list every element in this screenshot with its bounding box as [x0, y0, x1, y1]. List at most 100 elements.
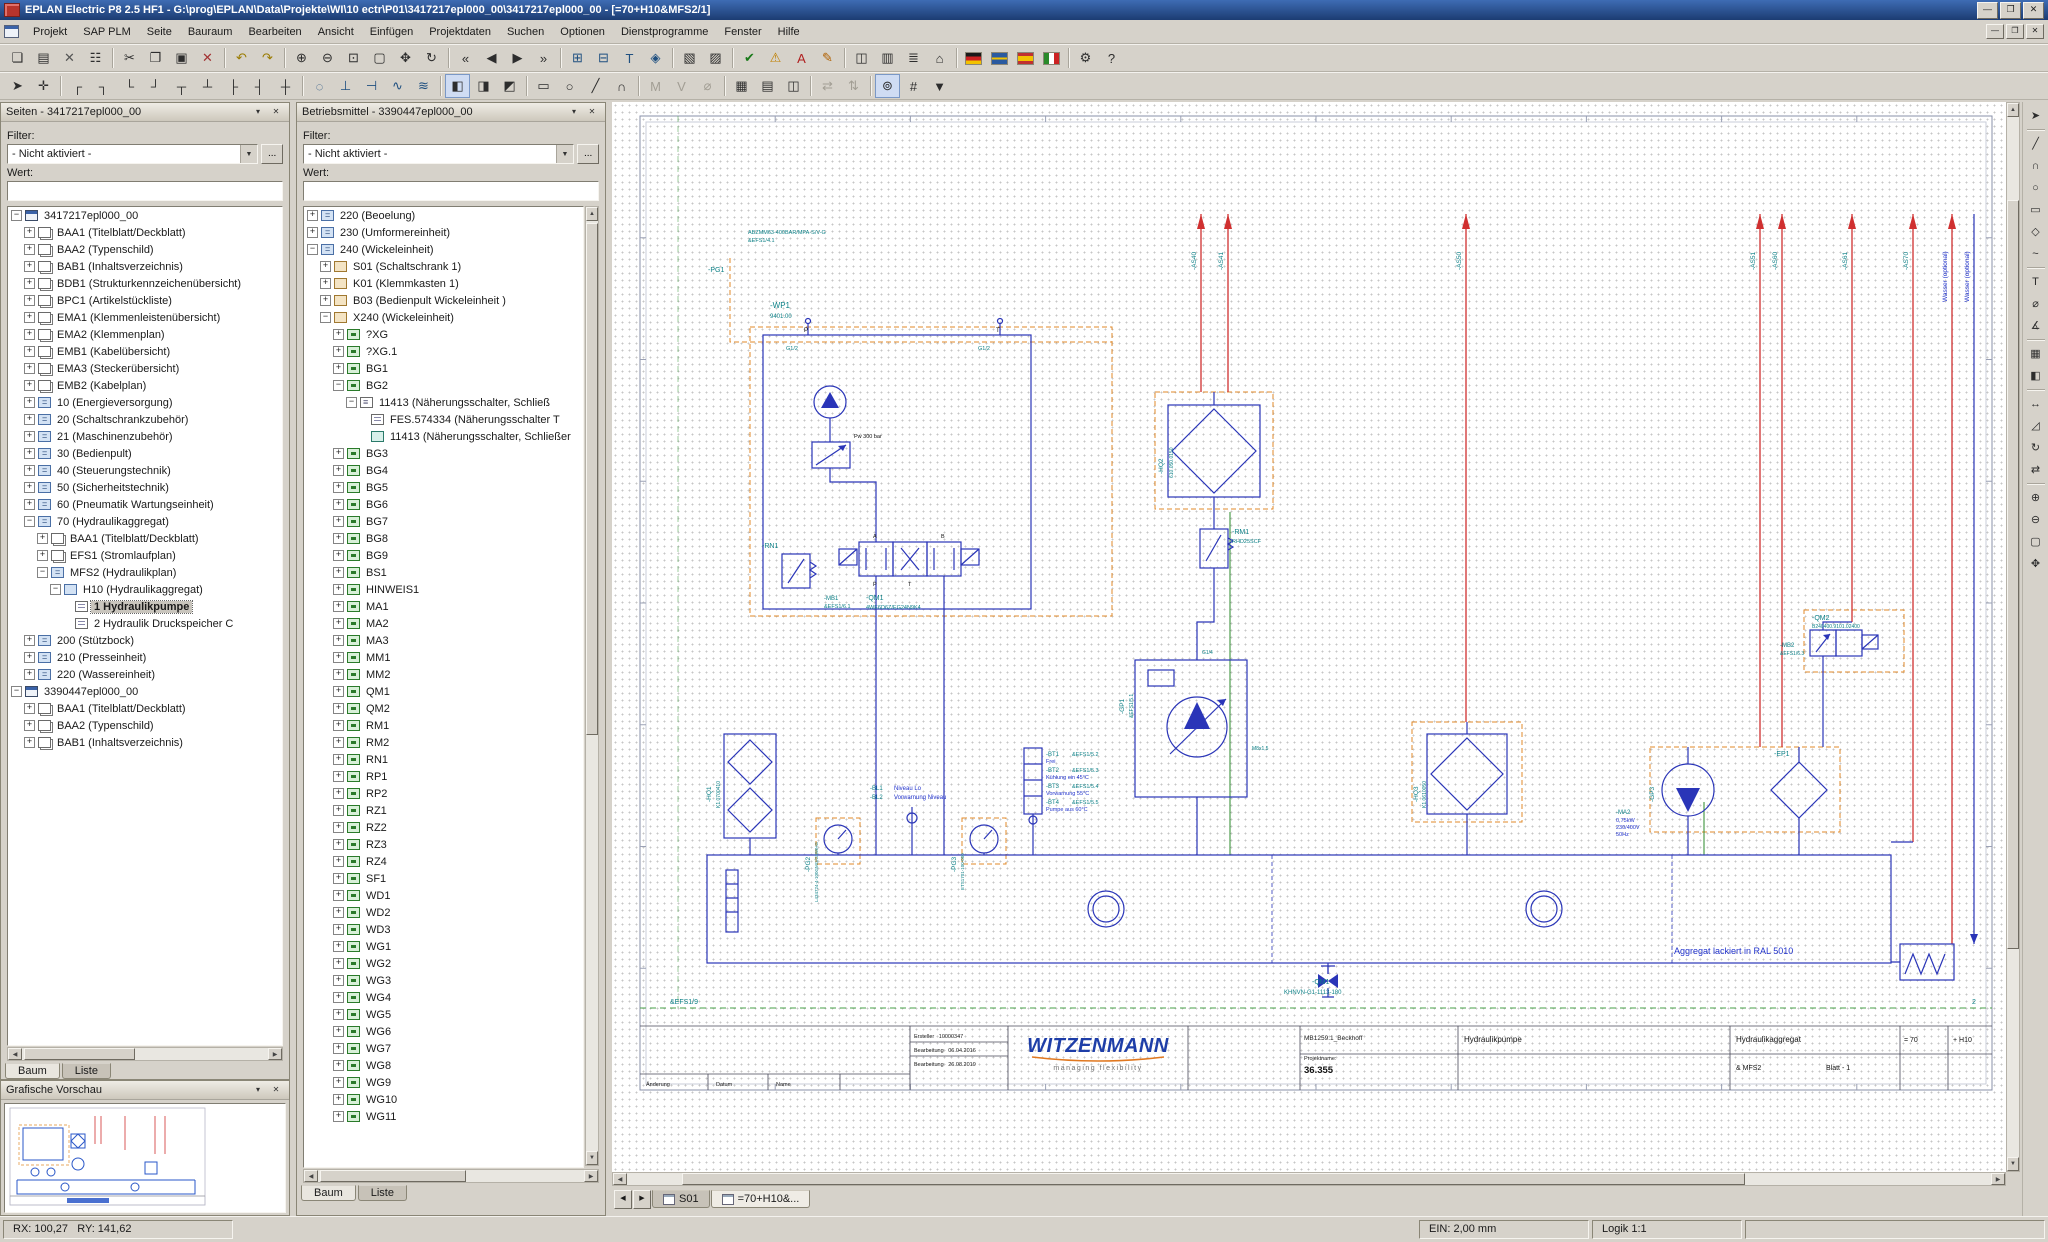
- angle-up-left-button[interactable]: ┘: [143, 74, 168, 98]
- tree-item[interactable]: +WG8: [304, 1057, 583, 1074]
- expand-icon[interactable]: +: [24, 737, 35, 748]
- expand-icon[interactable]: +: [333, 873, 344, 884]
- shielding-button[interactable]: ≋: [411, 74, 436, 98]
- t-node-up-button[interactable]: ┴: [195, 74, 220, 98]
- tree-item-label[interactable]: RM1: [363, 720, 392, 732]
- devices-wert-input[interactable]: [303, 181, 599, 201]
- tree-item[interactable]: +BG6: [304, 496, 583, 513]
- tree-item[interactable]: −BG2: [304, 377, 583, 394]
- tree-item[interactable]: +RP1: [304, 768, 583, 785]
- expand-icon[interactable]: +: [333, 1043, 344, 1054]
- menu-projektdaten[interactable]: Projektdaten: [421, 23, 499, 41]
- tree-item[interactable]: +10 (Energieversorgung): [8, 394, 282, 411]
- pages-tab-baum[interactable]: Baum: [5, 1063, 60, 1079]
- devices-tab-liste[interactable]: Liste: [358, 1185, 407, 1201]
- tree-item-label[interactable]: EMA1 (Klemmenleistenübersicht): [54, 312, 223, 324]
- expand-icon[interactable]: +: [24, 261, 35, 272]
- tree-item-label[interactable]: BAA2 (Typenschild): [54, 720, 157, 732]
- insert-window-macro-button[interactable]: ⊟: [591, 46, 616, 70]
- expand-icon[interactable]: +: [333, 703, 344, 714]
- tree-item[interactable]: +200 (Stützbock): [8, 632, 282, 649]
- tree-item-label[interactable]: EMB1 (Kabelübersicht): [54, 346, 173, 358]
- expand-icon[interactable]: +: [333, 652, 344, 663]
- collapse-icon[interactable]: −: [11, 686, 22, 697]
- expand-icon[interactable]: +: [320, 261, 331, 272]
- tree-item[interactable]: +50 (Sicherheitstechnik): [8, 479, 282, 496]
- terminal-button[interactable]: ⊣: [359, 74, 384, 98]
- angle-down-right-button[interactable]: ┌: [65, 74, 90, 98]
- tree-item[interactable]: +MM2: [304, 666, 583, 683]
- tree-item[interactable]: +WD3: [304, 921, 583, 938]
- tree-item[interactable]: +WG5: [304, 1006, 583, 1023]
- tree-item[interactable]: 2 Hydraulik Druckspeicher C: [8, 615, 282, 632]
- tree-item-label[interactable]: S01 (Schaltschrank 1): [350, 261, 464, 273]
- tree-item-label[interactable]: RP2: [363, 788, 390, 800]
- tree-item-label[interactable]: 20 (Schaltschrankzubehör): [54, 414, 191, 426]
- zoom-entire-page-button[interactable]: ▢: [367, 46, 392, 70]
- text-button[interactable]: T: [2025, 271, 2047, 292]
- menu-fenster[interactable]: Fenster: [716, 23, 769, 41]
- collapse-icon[interactable]: −: [11, 210, 22, 221]
- expand-icon[interactable]: +: [333, 856, 344, 867]
- tree-item[interactable]: −H10 (Hydraulikaggregat): [8, 581, 282, 598]
- zoom-out-button[interactable]: ⊖: [2025, 509, 2047, 530]
- reports-button[interactable]: ≣: [901, 46, 926, 70]
- check-project-button[interactable]: ✔: [737, 46, 762, 70]
- tree-item-label[interactable]: BG2: [363, 380, 391, 392]
- tree-item[interactable]: +BG4: [304, 462, 583, 479]
- tree-item[interactable]: +BAA1 (Titelblatt/Deckblatt): [8, 700, 282, 717]
- expand-icon[interactable]: +: [333, 992, 344, 1003]
- tree-item[interactable]: +EMB1 (Kabelübersicht): [8, 343, 282, 360]
- tree-item[interactable]: +BAA1 (Titelblatt/Deckblatt): [8, 224, 282, 241]
- expand-icon[interactable]: +: [333, 618, 344, 629]
- cable-definition-button[interactable]: ∿: [385, 74, 410, 98]
- tab-prev-icon[interactable]: ◀: [614, 1190, 632, 1209]
- tree-item-label[interactable]: MA2: [363, 618, 392, 630]
- expand-icon[interactable]: +: [333, 533, 344, 544]
- tree-item[interactable]: +WG1: [304, 938, 583, 955]
- tree-item-label[interactable]: MM1: [363, 652, 393, 664]
- scroll-up-icon[interactable]: ▲: [586, 207, 598, 221]
- tree-item[interactable]: +BG8: [304, 530, 583, 547]
- tree-item[interactable]: +EMA3 (Steckerübersicht): [8, 360, 282, 377]
- tree-item[interactable]: +RP2: [304, 785, 583, 802]
- tree-item[interactable]: +?XG.1: [304, 343, 583, 360]
- sort-button[interactable]: ⇅: [841, 74, 866, 98]
- tree-item[interactable]: +EMB2 (Kabelplan): [8, 377, 282, 394]
- expand-icon[interactable]: +: [24, 652, 35, 663]
- expand-icon[interactable]: +: [24, 703, 35, 714]
- structure-box-button[interactable]: ◨: [471, 74, 496, 98]
- expand-icon[interactable]: +: [24, 720, 35, 731]
- redraw-button[interactable]: ↻: [419, 46, 444, 70]
- devices-filter-combo[interactable]: - Nicht aktiviert - ▼: [303, 144, 574, 164]
- tree-item[interactable]: + MM1: [304, 649, 583, 666]
- scroll-left-icon[interactable]: ◀: [8, 1048, 22, 1060]
- devices-tab-baum[interactable]: Baum: [301, 1185, 356, 1201]
- tree-item-label[interactable]: WG9: [363, 1077, 394, 1089]
- tree-item-label[interactable]: BG9: [363, 550, 391, 562]
- redo-button[interactable]: ↷: [255, 46, 280, 70]
- mdi-close-button[interactable]: ✕: [2026, 24, 2044, 39]
- tree-item-label[interactable]: 50 (Sicherheitstechnik): [54, 482, 172, 494]
- tree-item[interactable]: +EMA2 (Klemmenplan): [8, 326, 282, 343]
- scroll-down-icon[interactable]: ▼: [586, 1151, 598, 1165]
- tree-item-label[interactable]: EMA2 (Klemmenplan): [54, 329, 168, 341]
- tree-item[interactable]: +WG3: [304, 972, 583, 989]
- panel-menu-icon[interactable]: ▾: [566, 105, 582, 120]
- dimension-button[interactable]: ⌀: [695, 74, 720, 98]
- grid-button[interactable]: #: [901, 74, 926, 98]
- tree-item-label[interactable]: BAA2 (Typenschild): [54, 244, 157, 256]
- expand-icon[interactable]: +: [24, 278, 35, 289]
- page-tab[interactable]: =70+H10&...: [711, 1190, 811, 1208]
- expand-icon[interactable]: +: [24, 380, 35, 391]
- tree-item[interactable]: +BG1: [304, 360, 583, 377]
- snap-button[interactable]: ⊚: [875, 74, 900, 98]
- expand-icon[interactable]: +: [333, 1094, 344, 1105]
- tree-item-label[interactable]: WG1: [363, 941, 394, 953]
- arc-button[interactable]: ∩: [2025, 155, 2047, 176]
- document-icon[interactable]: [4, 25, 19, 38]
- help-button[interactable]: ?: [1099, 46, 1124, 70]
- graphic-button[interactable]: ▧: [677, 46, 702, 70]
- tree-item-label[interactable]: 200 (Stützbock): [54, 635, 137, 647]
- rectangle-button[interactable]: ▭: [2025, 199, 2047, 220]
